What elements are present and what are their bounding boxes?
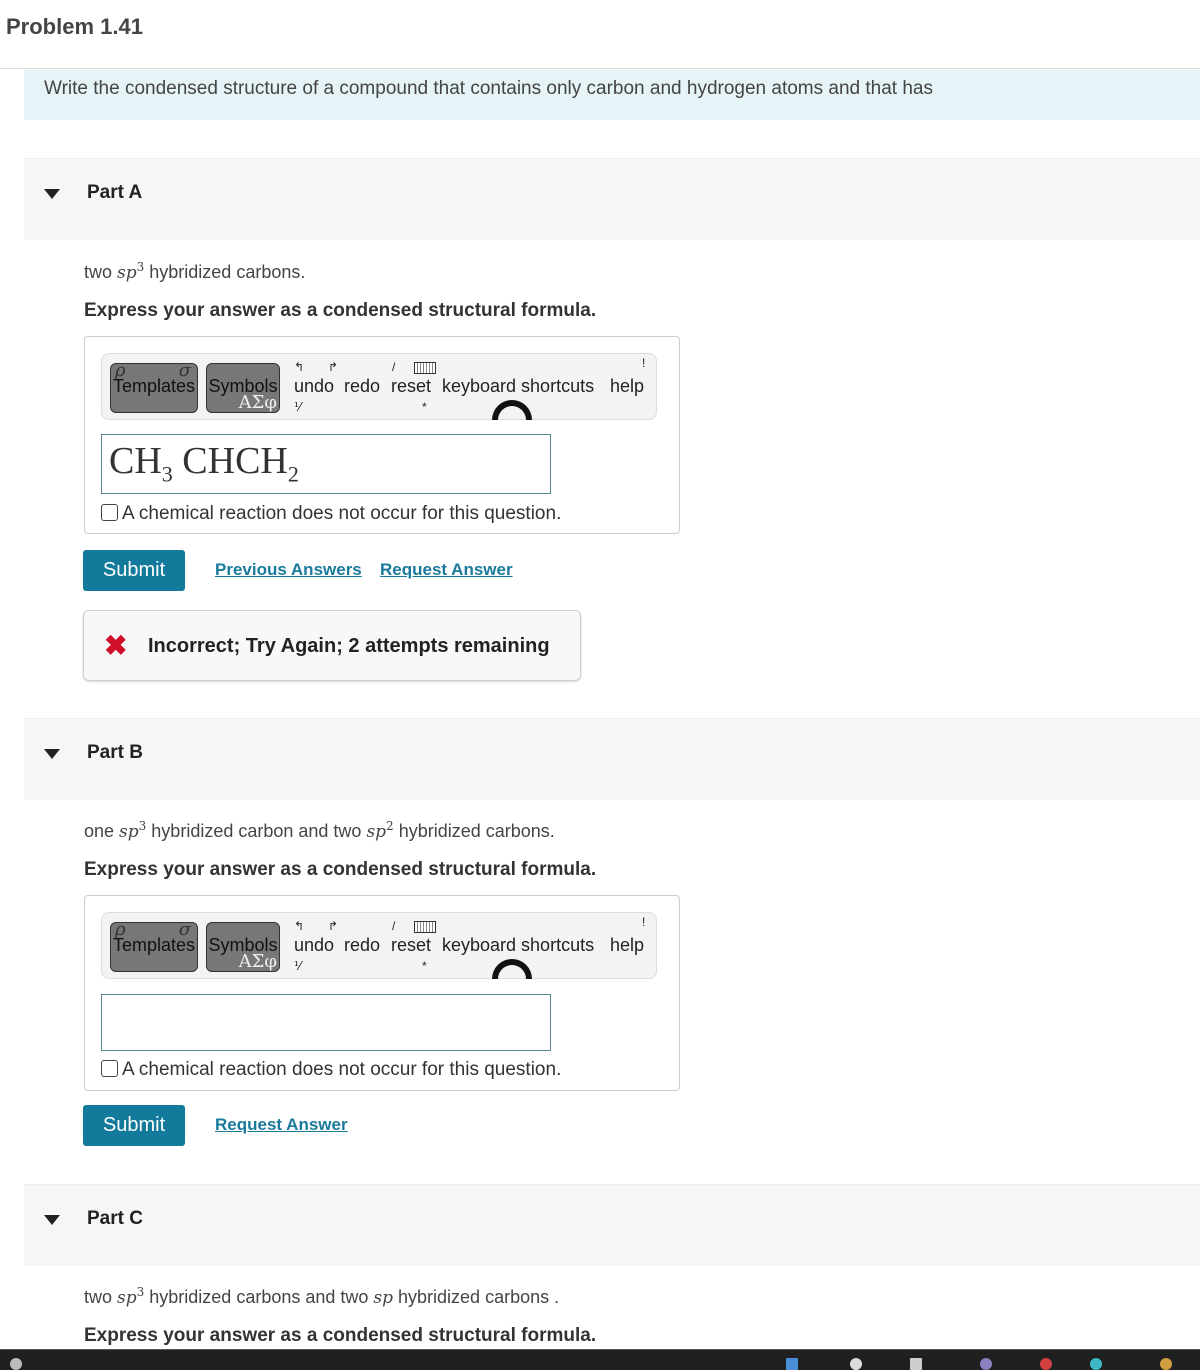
help-button[interactable]: help — [610, 376, 644, 397]
taskbar-icon[interactable] — [1090, 1358, 1102, 1370]
submit-button[interactable]: Submit — [83, 550, 185, 591]
answer-box: ρσ Templates Symbols ΑΣφ ↰ ↱ / undo redo… — [84, 895, 680, 1091]
collapse-triangle-icon[interactable] — [44, 189, 60, 199]
part-b-header[interactable]: Part B — [24, 718, 1200, 800]
reset-button[interactable]: reset — [391, 935, 431, 956]
equation-toolbar: ρσ Templates Symbols ΑΣφ ↰ ↱ / undo redo… — [101, 912, 657, 979]
no-reaction-checkbox-row[interactable]: A chemical reaction does not occur for t… — [101, 503, 561, 525]
templates-button[interactable]: ρσ Templates — [110, 360, 198, 413]
undo-button[interactable]: undo — [294, 935, 334, 956]
redo-button[interactable]: redo — [344, 935, 380, 956]
taskbar-icon[interactable] — [980, 1358, 992, 1370]
part-a-header[interactable]: Part A — [24, 158, 1200, 240]
instruction: Express your answer as a condensed struc… — [84, 859, 597, 880]
request-answer-link[interactable]: Request Answer — [380, 560, 513, 580]
collapse-triangle-icon[interactable] — [44, 749, 60, 759]
keyboard-icon — [414, 921, 436, 933]
part-b-question: one sp3 hybridized carbon and two sp2 hy… — [84, 819, 555, 842]
divider — [0, 68, 1200, 69]
taskbar-icon[interactable] — [1040, 1358, 1052, 1370]
answer-input[interactable] — [101, 994, 551, 1051]
symbols-button[interactable]: Symbols ΑΣφ — [206, 922, 280, 972]
instruction: Express your answer as a condensed struc… — [84, 1325, 597, 1346]
reset-button[interactable]: reset — [391, 376, 431, 397]
taskbar-icon[interactable] — [10, 1358, 22, 1370]
request-answer-link[interactable]: Request Answer — [215, 1115, 348, 1135]
keyboard-shortcuts-button[interactable]: keyboard shortcuts — [442, 376, 594, 397]
equation-toolbar: ρσ Templates Symbols ΑΣφ ↰ ↱ / undo redo… — [101, 353, 657, 420]
problem-intro: Write the condensed structure of a compo… — [24, 70, 1200, 120]
answer-box: ρσ Templates Symbols ΑΣφ ↰ ↱ / undo redo… — [84, 336, 680, 534]
part-label: Part B — [87, 742, 143, 763]
previous-answers-link[interactable]: Previous Answers — [215, 560, 362, 580]
undo-button[interactable]: undo — [294, 376, 334, 397]
no-reaction-checkbox-row[interactable]: A chemical reaction does not occur for t… — [101, 1059, 561, 1081]
collapse-triangle-icon[interactable] — [44, 1215, 60, 1225]
taskbar-icon[interactable] — [1160, 1358, 1172, 1370]
problem-title: Problem 1.41 — [6, 14, 143, 39]
keyboard-shortcuts-button[interactable]: keyboard shortcuts — [442, 935, 594, 956]
feedback-message: Incorrect; Try Again; 2 attempts remaini… — [148, 635, 550, 657]
submit-button[interactable]: Submit — [83, 1105, 185, 1146]
taskbar — [0, 1349, 1200, 1370]
instruction: Express your answer as a condensed struc… — [84, 300, 597, 321]
taskbar-icon[interactable] — [786, 1358, 798, 1370]
arc-glyph-icon — [492, 959, 532, 979]
part-c-header[interactable]: Part C — [24, 1184, 1200, 1266]
help-button[interactable]: help — [610, 935, 644, 956]
answer-input[interactable]: CH3 CHCH2 — [101, 434, 551, 494]
part-label: Part C — [87, 1208, 143, 1229]
part-label: Part A — [87, 182, 143, 203]
incorrect-x-icon: ✖ — [104, 630, 128, 661]
taskbar-icon[interactable] — [910, 1358, 922, 1370]
no-reaction-checkbox[interactable] — [101, 1060, 118, 1077]
symbols-button[interactable]: Symbols ΑΣφ — [206, 363, 280, 413]
arc-glyph-icon — [492, 400, 532, 420]
templates-button[interactable]: ρσ Templates — [110, 919, 198, 972]
keyboard-icon — [414, 362, 436, 374]
part-a-question: two sp3 hybridized carbons. — [84, 260, 306, 283]
part-c-question: two sp3 hybridized carbons and two sp hy… — [84, 1285, 560, 1308]
feedback-box: ✖ Incorrect; Try Again; 2 attempts remai… — [83, 610, 581, 681]
redo-button[interactable]: redo — [344, 376, 380, 397]
no-reaction-checkbox[interactable] — [101, 504, 118, 521]
taskbar-icon[interactable] — [850, 1358, 862, 1370]
